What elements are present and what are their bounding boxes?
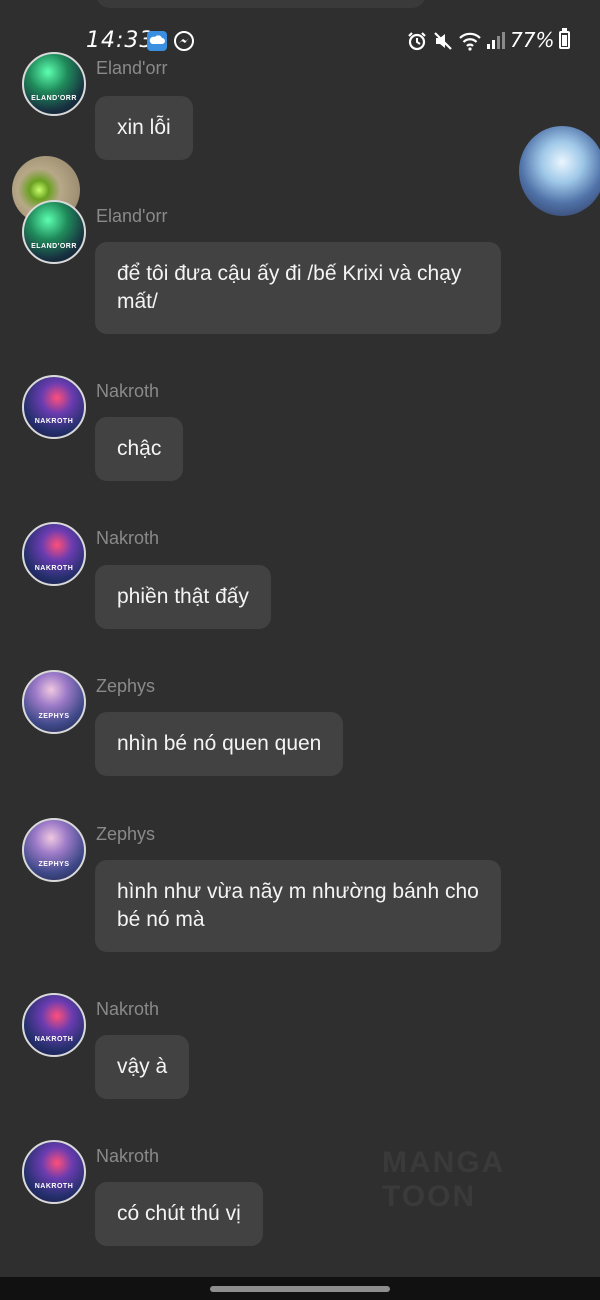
home-indicator[interactable] <box>210 1286 390 1292</box>
message-bubble[interactable]: nhìn bé nó quen quen <box>95 712 344 776</box>
avatar-caption: NAKROTH <box>34 1183 74 1190</box>
avatar[interactable]: ELAND'ORR <box>22 52 86 116</box>
watermark: MANGA TOON <box>382 1146 505 1213</box>
avatar[interactable]: NAKROTH <box>22 1140 86 1204</box>
sender-name: Zephys <box>96 824 156 844</box>
avatar[interactable]: NAKROTH <box>22 993 86 1057</box>
avatar-caption: NAKROTH <box>34 418 74 425</box>
wifi-icon <box>458 30 481 52</box>
sender-name: Eland'orr <box>96 206 168 226</box>
message-bubble[interactable]: để tôi đưa cậu ấy đi /bế Krixi và chạy m… <box>95 242 501 334</box>
avatar[interactable]: NAKROTH <box>22 375 86 439</box>
sender-name: Eland'orr <box>96 58 168 78</box>
avatar[interactable]: ZEPHYS <box>22 818 86 882</box>
avatar-caption: NAKROTH <box>34 1036 74 1043</box>
sender-name: Zephys <box>96 676 156 696</box>
message-bubble[interactable]: hình như vừa nãy m nhường bánh cho bé nó… <box>95 860 501 952</box>
previous-message-stub <box>96 0 426 8</box>
avatar[interactable]: ZEPHYS <box>22 670 86 734</box>
sender-name: Nakroth <box>96 999 160 1019</box>
avatar-caption: ELAND'ORR <box>31 243 77 250</box>
avatar-caption: ZEPHYS <box>38 861 70 868</box>
avatar-caption: NAKROTH <box>34 565 74 572</box>
battery-percentage: 77% <box>510 28 555 52</box>
messenger-icon <box>173 30 195 52</box>
avatar[interactable]: ELAND'ORR <box>22 200 86 264</box>
alarm-icon <box>406 30 428 52</box>
message-bubble[interactable]: phiền thật đấy <box>95 565 271 629</box>
battery-icon <box>559 31 570 49</box>
sender-name: Nakroth <box>96 381 160 401</box>
message-bubble[interactable]: có chút thú vị <box>95 1182 263 1246</box>
signal-icon <box>484 30 506 52</box>
status-time: 14:33 <box>86 28 155 53</box>
floating-chat-head-white-hair[interactable] <box>519 126 600 216</box>
message-bubble[interactable]: vậy à <box>95 1035 190 1099</box>
sender-name: Nakroth <box>96 528 160 548</box>
mute-icon <box>432 30 454 52</box>
message-bubble[interactable]: chậc <box>95 417 184 481</box>
avatar[interactable]: NAKROTH <box>22 522 86 586</box>
avatar-caption: ZEPHYS <box>38 713 70 720</box>
message-bubble[interactable]: xin lỗi <box>95 96 193 160</box>
sender-name: Nakroth <box>96 1146 160 1166</box>
avatar-caption: ELAND'ORR <box>31 95 77 102</box>
status-bar: 14:33 77% <box>0 22 600 58</box>
cloud-app-icon <box>146 30 168 52</box>
